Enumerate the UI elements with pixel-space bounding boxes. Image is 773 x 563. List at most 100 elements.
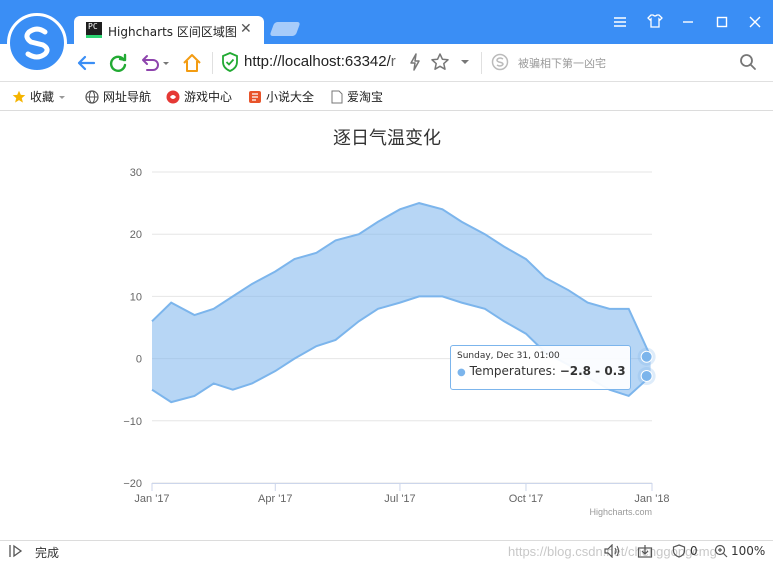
adblock-count: 0 (690, 544, 698, 558)
x-tick-label: Jul '17 (384, 493, 415, 505)
separator (481, 52, 482, 74)
tab-title: Highcharts 区间区域图 (108, 25, 237, 39)
menu-icon[interactable] (609, 12, 631, 34)
x-tick-label: Jan '17 (134, 493, 169, 505)
back-button[interactable] (75, 52, 97, 74)
tooltip-date: Sunday, Dec 31, 01:00 (457, 351, 560, 361)
url-field[interactable]: http://localhost:63342/r (244, 53, 409, 70)
undo-button[interactable] (139, 52, 171, 74)
bookmark-games[interactable]: 游戏中心 (166, 88, 232, 105)
lightning-icon[interactable] (408, 52, 430, 74)
undo-icon (142, 55, 169, 71)
y-tick-label: 30 (130, 167, 142, 179)
sogou-s-small-icon (491, 53, 509, 71)
url-rest: r (390, 53, 396, 70)
chart-credits[interactable]: Highcharts.com (589, 507, 652, 517)
y-tick-label: 10 (130, 291, 142, 303)
skin-icon-svg (647, 14, 663, 28)
download-icon[interactable] (637, 544, 653, 561)
bookmark-favorites[interactable]: 收藏 (12, 88, 66, 105)
search-button[interactable] (738, 52, 760, 74)
bookmark-label: 网址导航 (103, 90, 152, 104)
hover-marker (640, 350, 653, 363)
separator (212, 52, 213, 74)
bookmark-nav[interactable]: 网址导航 (85, 88, 151, 105)
download-icon-svg (637, 545, 653, 558)
refresh-button[interactable] (107, 52, 129, 74)
address-bar: http://localhost:63342/r 被骗相下第一凶宅 (0, 44, 773, 82)
sogou-search-icon (490, 52, 512, 74)
new-tab-button[interactable] (269, 22, 301, 36)
y-tick-label: 0 (136, 354, 142, 366)
search-input[interactable]: 被骗相下第一凶宅 (518, 55, 606, 71)
close-window-icon[interactable] (744, 12, 766, 34)
zoom-control[interactable]: 100% (714, 544, 765, 558)
bookmark-taobao[interactable]: 爱淘宝 (331, 88, 383, 105)
minimize-icon[interactable] (677, 12, 699, 34)
browser-titlebar: PC Highcharts 区间区域图 ✕ (0, 0, 773, 44)
bookmark-label: 游戏中心 (184, 90, 233, 104)
sogou-logo (7, 13, 67, 73)
close-window-icon-svg (749, 16, 761, 28)
adblock-counter[interactable]: 0 (672, 544, 698, 558)
url-text: http://localhost:63342/ (244, 53, 391, 70)
globe-icon (85, 89, 99, 104)
status-bar: 完成 https://blog.csdn.net/chenggongcmg 0 … (0, 540, 773, 563)
back-arrow-icon (77, 55, 96, 71)
y-tick-label: −10 (123, 416, 142, 428)
bookmarks-bar: 收藏 网址导航 游戏中心 小说大全 爱淘宝 (0, 82, 773, 111)
sidebar-toggle-icon[interactable] (8, 544, 24, 561)
minimize-icon-svg (683, 21, 693, 23)
book-icon (249, 90, 261, 103)
bookmark-label: 收藏 (30, 90, 55, 104)
lightning-icon-svg (410, 53, 420, 71)
sound-icon[interactable] (603, 543, 621, 561)
pycharm-icon: PC (86, 22, 102, 38)
page-content: 逐日气温变化 −20 −10 0 10 20 30 Jan '17 Apr '17 Jul '… (0, 111, 773, 540)
star-icon (12, 90, 26, 103)
speaker-icon (604, 543, 620, 559)
tab-highcharts[interactable]: PC Highcharts 区间区域图 ✕ (74, 16, 264, 44)
skin-icon[interactable] (644, 12, 666, 34)
tooltip-series-label: Temperatures: (469, 364, 560, 378)
favorite-star-icon[interactable] (430, 52, 452, 74)
y-tick-label: −20 (123, 478, 142, 490)
address-dropdown-icon[interactable] (458, 52, 480, 74)
zoom-level: 100% (731, 544, 766, 558)
home-icon (183, 54, 201, 72)
x-axis: Jan '17 Apr '17 Jul '17 Oct '17 Jan '18 (134, 483, 670, 505)
tooltip-body: ● Temperatures: −2.8 - 0.3 (457, 364, 626, 378)
tooltip-marker-icon: ● (457, 367, 466, 378)
y-tick-label: 20 (130, 229, 142, 241)
bookmark-novels[interactable]: 小说大全 (248, 88, 314, 105)
menu-icon-svg (614, 17, 626, 27)
chevron-down-icon (461, 60, 469, 64)
star-outline-icon (431, 53, 449, 70)
bookmark-label: 爱淘宝 (347, 90, 384, 104)
y-axis: −20 −10 0 10 20 30 (123, 167, 142, 490)
x-tick-label: Apr '17 (258, 493, 293, 505)
page-icon (331, 90, 343, 103)
hover-marker (640, 370, 653, 383)
search-icon (740, 54, 756, 70)
zoom-in-icon (714, 544, 728, 558)
temperature-chart: 逐日气温变化 −20 −10 0 10 20 30 Jan '17 Apr '17 Jul '… (123, 128, 670, 517)
refresh-icon (109, 53, 127, 72)
chevron-down-icon (59, 95, 66, 99)
sogou-s-icon (24, 26, 50, 60)
tooltip-value: −2.8 - 0.3 (559, 364, 626, 378)
secure-shield-icon[interactable] (221, 52, 243, 74)
chart-title: 逐日气温变化 (333, 128, 441, 148)
bookmark-label: 小说大全 (266, 90, 315, 104)
chart-tooltip: Sunday, Dec 31, 01:00 ● Temperatures: −2… (450, 345, 631, 390)
maximize-icon[interactable] (711, 12, 733, 34)
tab-close-icon[interactable]: ✕ (240, 21, 252, 37)
x-tick-label: Oct '17 (509, 493, 544, 505)
x-tick-label: Jan '18 (634, 493, 669, 505)
adblock-shield-icon (672, 544, 686, 558)
maximize-icon-svg (716, 16, 728, 28)
home-button[interactable] (181, 52, 203, 74)
game-icon (166, 90, 180, 103)
status-text: 完成 (35, 546, 60, 560)
sidebar-toggle-icon-svg (9, 544, 23, 558)
